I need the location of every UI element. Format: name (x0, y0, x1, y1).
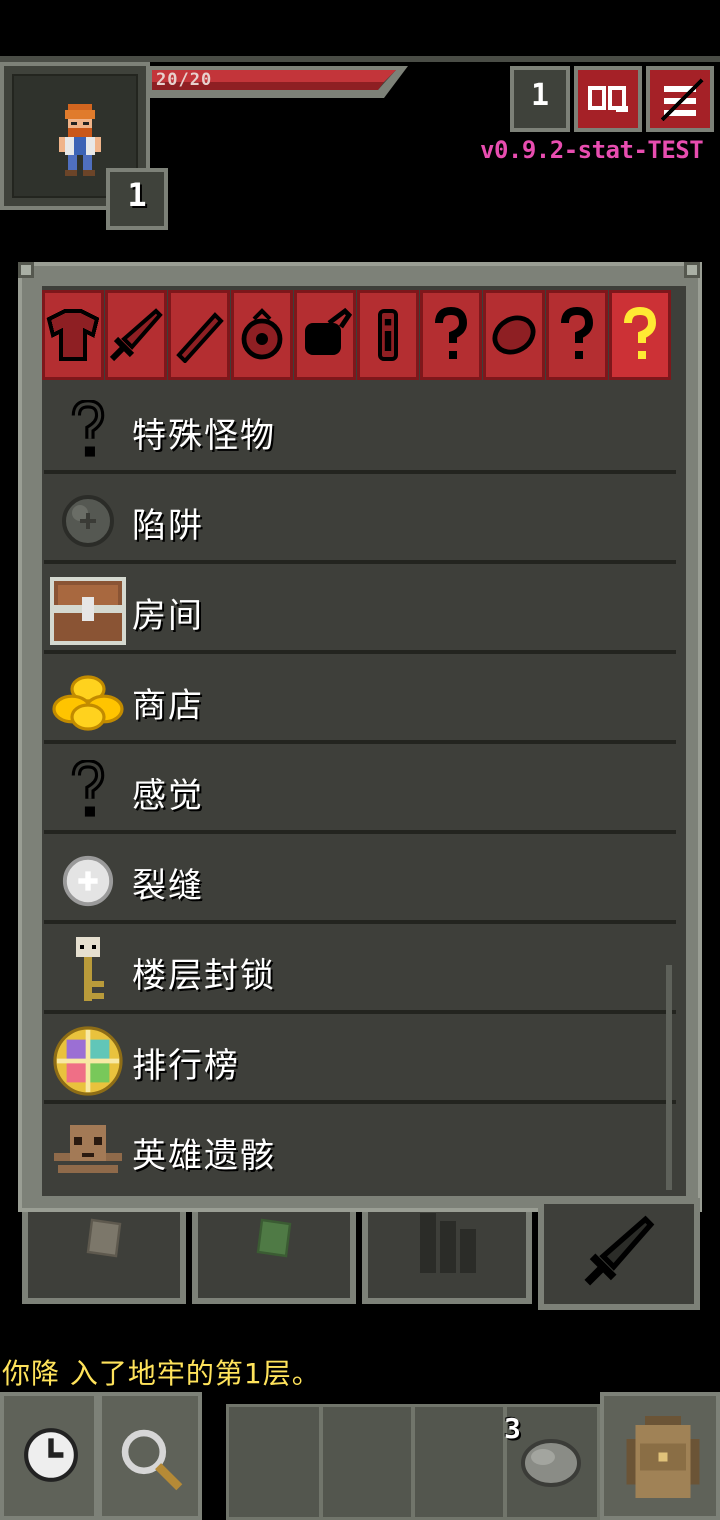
hero-level-text: 1 (127, 176, 147, 214)
game-log-message: 你降 入了地牢的第1层。 (2, 1357, 321, 1390)
tab-armor[interactable] (42, 290, 104, 380)
item-label: 英雄遗骸 (132, 1136, 276, 1176)
list-item[interactable]: 商店 (44, 658, 676, 744)
list-item[interactable]: 陷阱 (44, 478, 676, 564)
menu-icon (660, 78, 704, 122)
item-label: 陷阱 (132, 506, 204, 546)
tab-wands[interactable] (168, 290, 230, 380)
item-label: 房间 (132, 596, 204, 636)
unknown-icon (561, 307, 594, 359)
panel-corner (18, 262, 34, 278)
unknown-icon (435, 307, 468, 359)
throwing-stone-icon (521, 1439, 581, 1487)
list-item[interactable]: 裂缝 (44, 838, 676, 924)
clock-icon (24, 1428, 78, 1482)
journal-icon (588, 86, 628, 112)
menu-button[interactable] (646, 66, 714, 132)
list-item[interactable]: 排行榜 (44, 1018, 676, 1104)
search-button[interactable] (98, 1392, 202, 1520)
tab-badges[interactable] (362, 1212, 532, 1304)
unknown-selected-icon (624, 307, 657, 359)
tab-weapons[interactable] (105, 290, 167, 380)
tab-guide-selected-bottom[interactable] (538, 1198, 700, 1310)
tab-rings[interactable] (231, 290, 293, 380)
divider (44, 560, 676, 564)
stone-icon (492, 315, 536, 355)
list-item[interactable]: 英雄遗骸 (44, 1108, 676, 1194)
depth-text: 1 (530, 78, 550, 113)
hp-text: 20/20 (156, 70, 213, 90)
skull-crossbones-icon (50, 1116, 126, 1186)
tab-stones[interactable] (483, 290, 545, 380)
badges-icon (420, 1213, 476, 1273)
list-item[interactable]: 感觉 (44, 748, 676, 834)
tab-guide-selected[interactable] (609, 290, 671, 380)
list-scrollbar[interactable] (666, 965, 672, 1190)
chest-icon (50, 576, 126, 646)
backpack-button[interactable] (600, 1392, 720, 1520)
divider (44, 1100, 676, 1104)
depth-indicator[interactable]: 1 (510, 66, 570, 132)
quickslot-3[interactable] (412, 1404, 506, 1520)
tab-unknown-2[interactable] (546, 290, 608, 380)
tab-artifacts[interactable] (294, 290, 356, 380)
item-label: 排行榜 (132, 1046, 240, 1086)
divider (44, 830, 676, 834)
tab-scrolls[interactable] (357, 290, 419, 380)
backpack-icon (626, 1416, 700, 1498)
catalog-icon (256, 1218, 292, 1258)
divider (44, 1010, 676, 1014)
divider (44, 470, 676, 474)
panel-corner (684, 262, 700, 278)
tab-unknown-1[interactable] (420, 290, 482, 380)
item-label: 商店 (132, 686, 204, 726)
divider (44, 650, 676, 654)
journal-category-tabs (42, 290, 676, 380)
search-icon (121, 1429, 183, 1491)
list-item[interactable]: 房间 (44, 568, 676, 654)
gold-pile-icon (50, 666, 126, 736)
sword-icon (584, 1215, 655, 1286)
item-label: 感觉 (132, 776, 204, 816)
rift-orb-icon (50, 846, 126, 916)
journal-button[interactable] (574, 66, 642, 132)
skull-key-icon (50, 936, 126, 1006)
trap-icon (50, 486, 126, 556)
item-label: 裂缝 (132, 866, 204, 906)
list-item[interactable]: 楼层封锁 (44, 928, 676, 1014)
divider (44, 740, 676, 744)
armor-icon (46, 309, 100, 361)
scroll-icon (378, 309, 398, 361)
wand-icon (176, 312, 224, 363)
rankings-disc-icon (50, 1026, 126, 1096)
quickslot-quantity: 3 (504, 1412, 521, 1445)
artifact-icon (305, 307, 353, 355)
status-bar (0, 0, 720, 56)
journal-entry-list: 特殊怪物 陷阱 房间 商店 感觉 裂缝 楼层封锁 排行榜 英雄遗骸 (44, 388, 676, 1188)
question-mark-icon (50, 756, 126, 826)
hero-level-badge: 1 (106, 168, 168, 230)
notes-icon (86, 1218, 122, 1258)
list-item[interactable]: 特殊怪物 (44, 388, 676, 474)
quickslot-1[interactable] (226, 1404, 322, 1520)
item-label: 特殊怪物 (132, 416, 276, 456)
ring-icon (241, 308, 283, 360)
item-label: 楼层封锁 (132, 956, 276, 996)
tab-notes[interactable] (22, 1212, 186, 1304)
sword-icon (109, 308, 163, 362)
quickslot-2[interactable] (320, 1404, 414, 1520)
question-mark-icon (50, 396, 126, 466)
version-label: v0.9.2-stat-TEST (480, 136, 704, 164)
divider (44, 920, 676, 924)
hero-sprite-icon (59, 104, 101, 176)
wait-button[interactable] (0, 1392, 98, 1520)
tab-catalog[interactable] (192, 1212, 356, 1304)
